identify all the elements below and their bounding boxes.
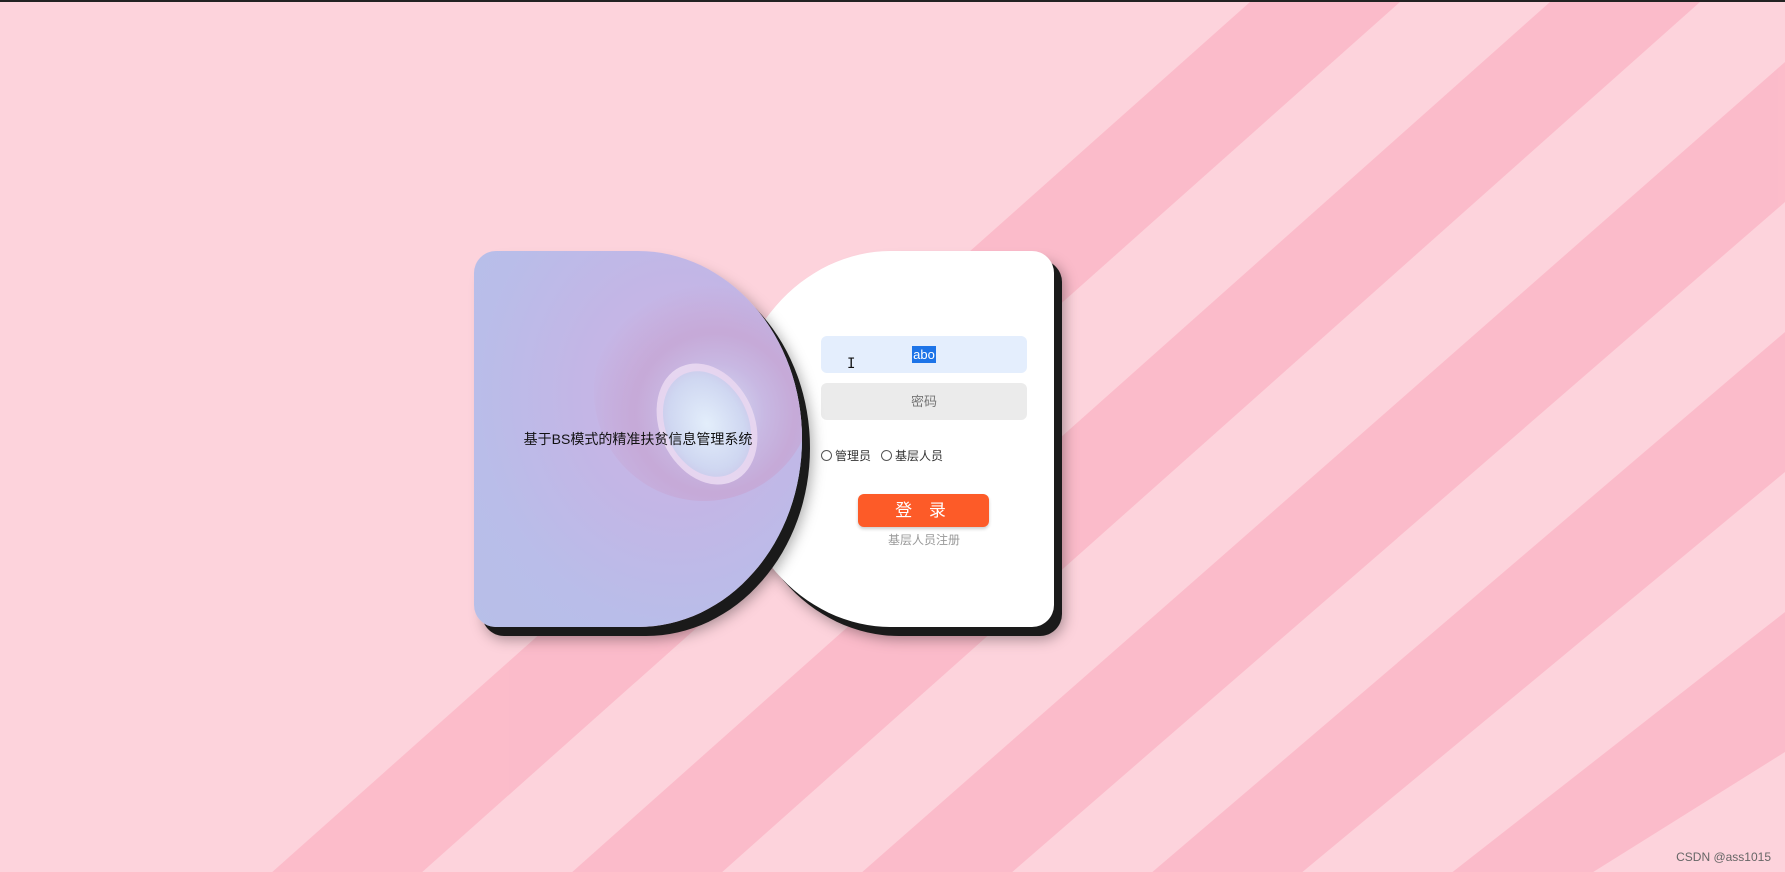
system-title: 基于BS模式的精准扶贫信息管理系统 — [523, 431, 753, 447]
username-selected-text: abo — [912, 346, 936, 363]
role-option-admin[interactable]: 管理员 — [821, 447, 871, 464]
brand-card: 基于BS模式的精准扶贫信息管理系统 — [474, 251, 802, 627]
register-link[interactable]: 基层人员注册 — [821, 531, 1027, 548]
login-button[interactable]: 登 录 — [858, 494, 989, 527]
watermark: CSDN @ass1015 — [1676, 850, 1771, 864]
role-option-staff[interactable]: 基层人员 — [881, 447, 943, 464]
radio-icon[interactable] — [881, 450, 893, 461]
password-placeholder: 密码 — [910, 394, 937, 409]
radio-icon[interactable] — [821, 450, 832, 461]
role-label: 基层人员 — [895, 449, 944, 463]
role-label: 管理员 — [835, 449, 872, 463]
password-input[interactable]: 密码 — [821, 383, 1027, 420]
login-page: abo I 密码 管理员 基层人员 登 录 基层人员注册 基于BS模式的精准扶贫… — [0, 0, 1785, 872]
role-selector: 管理员 基层人员 — [821, 447, 953, 464]
text-cursor-icon: I — [847, 356, 856, 372]
